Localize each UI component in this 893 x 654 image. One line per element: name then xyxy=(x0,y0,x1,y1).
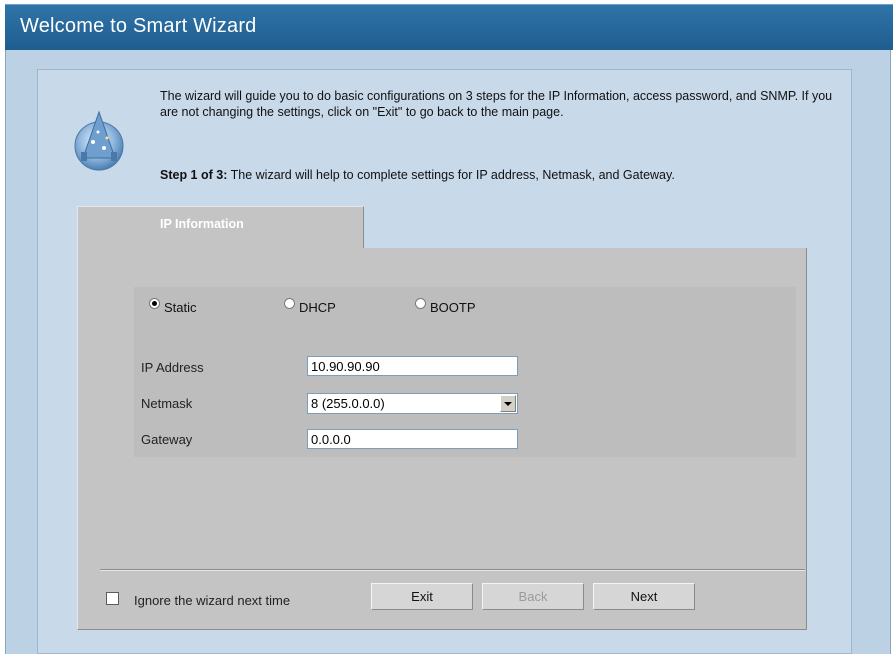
radio-static[interactable]: Static xyxy=(149,298,197,315)
radio-bootp-label: BOOTP xyxy=(430,300,476,315)
ignore-wizard-label: Ignore the wizard next time xyxy=(134,593,291,608)
radio-dhcp[interactable]: DHCP xyxy=(284,298,336,315)
exit-button[interactable]: Exit xyxy=(371,583,473,610)
radio-dhcp-label: DHCP xyxy=(299,300,336,315)
radio-dhcp-control[interactable] xyxy=(284,298,295,309)
next-button[interactable]: Next xyxy=(593,583,695,610)
radio-static-control[interactable] xyxy=(149,298,160,309)
gateway-input[interactable] xyxy=(307,429,518,449)
step-number: Step 1 of 3: xyxy=(160,168,228,182)
step-text: The wizard will help to complete setting… xyxy=(227,168,675,182)
divider xyxy=(100,569,805,571)
netmask-value: 8 (255.0.0.0) xyxy=(311,396,385,411)
radio-static-label: Static xyxy=(164,300,197,315)
intro-text: The wizard will guide you to do basic co… xyxy=(160,89,833,119)
wizard-icon xyxy=(74,110,124,171)
gateway-label: Gateway xyxy=(141,432,193,447)
netmask-label: Netmask xyxy=(141,396,193,411)
chevron-down-icon[interactable] xyxy=(500,395,516,412)
ip-address-label: IP Address xyxy=(141,360,204,375)
ip-address-input[interactable] xyxy=(307,356,518,376)
radio-bootp-control[interactable] xyxy=(415,298,426,309)
title-bar: Welcome to Smart Wizard xyxy=(5,4,893,50)
netmask-select[interactable]: 8 (255.0.0.0) xyxy=(307,393,518,414)
radio-bootp[interactable]: BOOTP xyxy=(415,298,476,315)
back-button[interactable]: Back xyxy=(482,583,584,610)
ignore-wizard-checkbox[interactable] xyxy=(106,592,119,605)
tab-label: IP Information xyxy=(160,217,244,231)
tab-ip-information[interactable]: IP Information xyxy=(77,206,364,249)
window-title: Welcome to Smart Wizard xyxy=(20,15,257,37)
step-description: Step 1 of 3: The wizard will help to com… xyxy=(160,168,850,182)
